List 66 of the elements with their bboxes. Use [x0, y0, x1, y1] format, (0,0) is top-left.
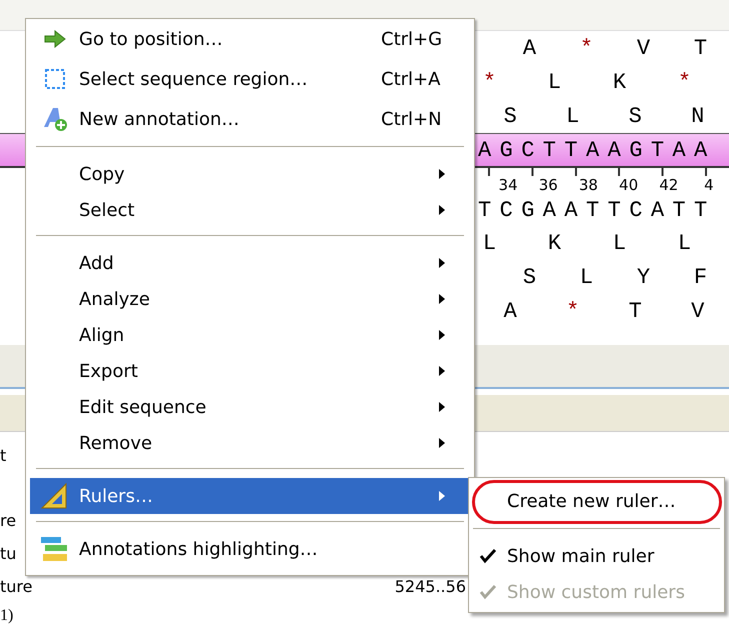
reverse-strand: TCGAATTCATT [478, 198, 716, 222]
amino-acid: L [546, 70, 562, 94]
menu-item[interactable]: Edit sequence [30, 389, 470, 425]
submenu-arrow-icon [438, 490, 446, 502]
amino-acid: L [676, 230, 692, 256]
amino-acid: S [522, 264, 538, 290]
submenu-arrow-icon [438, 204, 446, 216]
submenu-arrow-icon [438, 168, 446, 180]
annotation-name: tu [0, 544, 16, 565]
menu-item[interactable]: Annotations highlighting… [30, 531, 470, 567]
menu-item[interactable]: Analyze [30, 281, 470, 317]
menu-item[interactable]: Go to position… Ctrl+G [30, 19, 470, 59]
menu-item[interactable]: Copy [30, 156, 470, 192]
submenu-arrow-icon [438, 329, 446, 341]
amino-acid: * [565, 298, 580, 324]
ruler-number: 4 [703, 176, 715, 194]
menu-item[interactable]: Rulers… [30, 478, 470, 514]
amino-acid: V [690, 298, 706, 324]
amino-acid: V [636, 36, 652, 60]
submenu-arrow-icon [438, 257, 446, 269]
menu-item[interactable]: Align [30, 317, 470, 353]
menu-item[interactable]: Show main ruler [469, 538, 724, 574]
menu-item[interactable]: New annotation… Ctrl+N [30, 99, 470, 139]
ruler-number: 36 [538, 176, 559, 194]
menu-item[interactable]: Select [30, 192, 470, 228]
amino-acid: N [690, 104, 706, 128]
amino-acid: K [546, 230, 562, 256]
annotation-note: 1) [0, 607, 14, 625]
submenu-arrow-icon [438, 437, 446, 449]
arrow-icon [44, 30, 66, 48]
dashed-rectangle-icon [44, 68, 66, 90]
submenu-arrow-icon [438, 401, 446, 413]
submenu-arrow-icon [438, 293, 446, 305]
ruler-number: 34 [498, 176, 519, 194]
amino-acid: Y [636, 264, 652, 290]
amino-acid: A [502, 298, 518, 324]
amino-acid: L [482, 230, 498, 256]
ruler-number: 42 [658, 176, 680, 194]
annotation-name: ture [0, 577, 32, 598]
amino-acid: L [565, 104, 580, 128]
ruler-number: 38 [578, 176, 599, 194]
amino-acid: T [692, 36, 708, 60]
set-square-icon [40, 482, 70, 510]
amino-acid: T [628, 298, 643, 324]
forward-strand: AGCTTAAGTAA [478, 138, 716, 162]
annotation-name: t [0, 446, 6, 467]
amino-acid: A [522, 36, 538, 60]
annotation-name: re [0, 511, 16, 532]
amino-acid: * [676, 70, 692, 94]
amino-acid: S [628, 104, 643, 128]
amino-acid: * [482, 70, 498, 94]
menu-item[interactable]: Export [30, 353, 470, 389]
ruler-number: 40 [618, 176, 640, 194]
menu-item[interactable]: Create new ruler… [469, 478, 724, 524]
menu-item[interactable]: Select sequence region… Ctrl+A [30, 59, 470, 99]
amino-acid: * [578, 36, 594, 60]
amino-acid: K [612, 70, 628, 94]
menu-item[interactable]: Remove [30, 425, 470, 461]
amino-acid: S [502, 104, 518, 128]
amino-acid: L [612, 230, 628, 256]
amino-acid: L [578, 264, 594, 290]
submenu-arrow-icon [438, 365, 446, 377]
menu-item[interactable]: Add [30, 245, 470, 281]
annotation-location: 5245..56 [394, 577, 466, 598]
amino-acid: F [692, 264, 708, 290]
annotation-icon [42, 106, 68, 132]
